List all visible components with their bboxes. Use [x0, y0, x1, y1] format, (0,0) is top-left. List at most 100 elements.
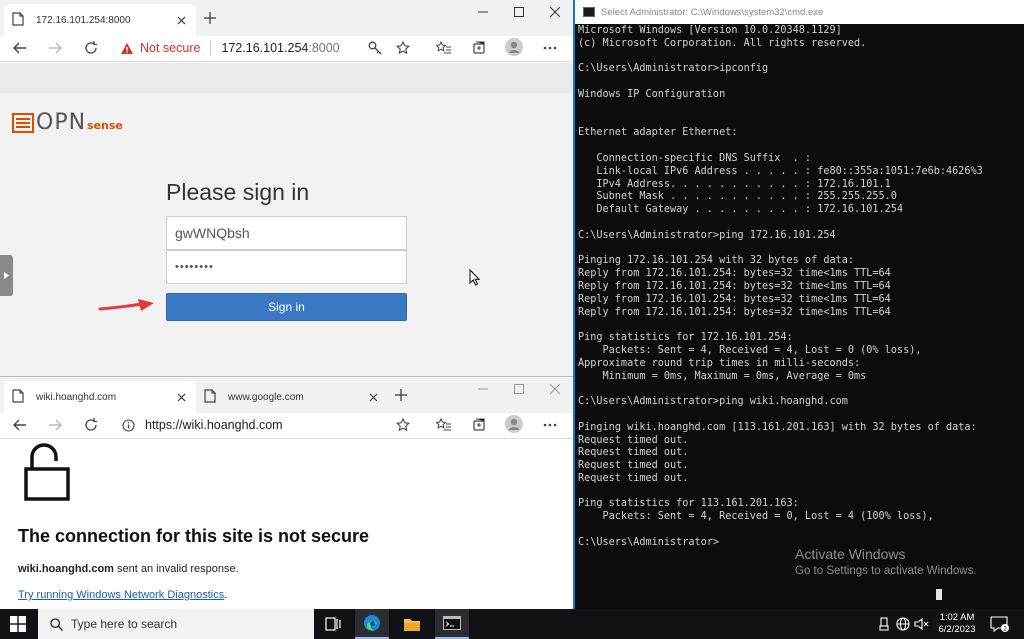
forward-arrow-icon[interactable] — [45, 415, 65, 435]
maximize-button[interactable] — [501, 0, 537, 24]
volume-muted-icon[interactable] — [913, 609, 931, 639]
clock-date: 6/2/2023 — [938, 624, 976, 635]
refresh-icon[interactable] — [81, 38, 101, 58]
side-panel-toggle[interactable] — [0, 255, 13, 296]
page-icon — [12, 389, 26, 405]
taskbar: Type here to search 1:02 AM 6/2/2023 2 — [0, 609, 1024, 639]
tab-title: wiki.hoanghd.com — [36, 391, 117, 403]
collections-icon[interactable] — [469, 38, 489, 58]
opnsense-logo: OPN sense — [12, 110, 123, 135]
browser-toolbar: Not secure 172.16.101.254:8000 — [0, 36, 573, 62]
key-icon[interactable] — [365, 38, 385, 58]
address-bar[interactable]: https://wiki.hoanghd.com — [112, 413, 422, 437]
system-clock[interactable]: 1:02 AM 6/2/2023 — [932, 612, 982, 636]
opnsense-logo-icon — [12, 112, 34, 133]
window-controls — [465, 377, 573, 401]
cmd-output[interactable]: Microsoft Windows [Version 10.0.20348.11… — [578, 25, 1024, 609]
collections-icon[interactable] — [469, 415, 489, 435]
url-host: 172.16.101.254 — [221, 41, 309, 55]
clock-time: 1:02 AM — [939, 612, 975, 623]
tab-wiki[interactable]: wiki.hoanghd.com — [4, 381, 196, 413]
error-description: wiki.hoanghd.com sent an invalid respons… — [18, 563, 239, 575]
page-icon — [12, 12, 26, 28]
url-text[interactable]: 172.16.101.254:8000 — [221, 41, 339, 55]
activate-subtitle: Go to Settings to activate Windows. — [795, 565, 977, 577]
cmd-titlebar: Select Administrator: C:\Windows\system3… — [575, 0, 1024, 24]
link-period: . — [224, 589, 228, 601]
logo-text: OPN — [36, 110, 87, 135]
error-host: wiki.hoanghd.com — [18, 563, 114, 575]
usb-tray-icon[interactable] — [876, 609, 892, 639]
password-field[interactable]: •••••••• — [166, 250, 407, 284]
close-tab-icon[interactable] — [366, 390, 380, 404]
favorite-star-icon[interactable] — [393, 415, 413, 435]
back-arrow-icon[interactable] — [10, 38, 30, 58]
opnsense-page: OPN sense Please sign in gwWNQbsh ••••••… — [0, 63, 573, 376]
task-view-button[interactable] — [316, 609, 350, 639]
taskbar-search-box[interactable]: Type here to search — [38, 609, 314, 639]
close-window-button[interactable] — [537, 377, 573, 401]
favorites-icon[interactable] — [433, 38, 453, 58]
browser-toolbar: https://wiki.hoanghd.com — [0, 413, 573, 439]
mouse-pointer-icon — [469, 269, 480, 286]
cmd-title: Select Administrator: C:\Windows\system3… — [601, 6, 824, 18]
signin-title: Please sign in — [166, 179, 310, 205]
edge-browser-icon — [364, 615, 380, 631]
window-controls — [465, 0, 573, 24]
profile-avatar-icon[interactable] — [504, 37, 524, 57]
favorite-star-icon[interactable] — [393, 38, 413, 58]
address-divider — [210, 40, 212, 56]
tab-bar: wiki.hoanghd.com www.google.com — [0, 377, 573, 413]
tab-title: 172.16.101.254:8000 — [36, 14, 131, 26]
cmd-app-icon — [583, 7, 595, 17]
edge-taskbar-button[interactable] — [355, 609, 389, 639]
close-window-button[interactable] — [537, 0, 573, 24]
new-tab-button[interactable] — [391, 385, 411, 405]
back-arrow-icon[interactable] — [10, 415, 30, 435]
tab-title: www.google.com — [228, 391, 304, 403]
wiki-browser-window: wiki.hoanghd.com www.google.com https://… — [0, 376, 573, 609]
tab-opnsense[interactable]: 172.16.101.254:8000 — [4, 4, 196, 36]
url-text[interactable]: https://wiki.hoanghd.com — [145, 418, 283, 432]
tab-bar: 172.16.101.254:8000 — [0, 0, 573, 36]
new-tab-button[interactable] — [200, 8, 220, 28]
favorites-icon[interactable] — [433, 415, 453, 435]
minimize-button[interactable] — [465, 377, 501, 401]
windows-start-icon[interactable] — [10, 616, 26, 632]
signin-button[interactable]: Sign in — [166, 293, 407, 321]
maximize-button[interactable] — [501, 377, 537, 401]
minimize-button[interactable] — [465, 0, 501, 24]
file-explorer-button[interactable] — [395, 609, 429, 639]
error-page: The connection for this site is not secu… — [0, 439, 573, 609]
command-prompt-icon — [443, 616, 461, 630]
activate-title: Activate Windows — [795, 546, 906, 562]
activate-windows-watermark: Activate Windows Go to Settings to activ… — [795, 546, 977, 577]
search-placeholder: Type here to search — [71, 617, 178, 631]
info-icon[interactable] — [122, 418, 135, 432]
username-field[interactable]: gwWNQbsh — [166, 216, 407, 250]
text-cursor — [936, 589, 942, 600]
forward-arrow-icon[interactable] — [45, 38, 65, 58]
not-secure-label[interactable]: Not secure — [140, 41, 200, 55]
url-port: :8000 — [308, 41, 340, 55]
network-globe-icon[interactable] — [895, 609, 911, 639]
logo-suffix: sense — [87, 118, 123, 132]
close-tab-icon[interactable] — [174, 13, 188, 27]
network-diagnostics-link-wrapper: Try running Windows Network Diagnostics. — [18, 589, 227, 601]
refresh-icon[interactable] — [81, 415, 101, 435]
command-prompt-taskbar-button[interactable] — [435, 609, 469, 639]
search-icon — [50, 617, 63, 631]
warning-icon[interactable] — [120, 42, 134, 55]
more-options-icon[interactable] — [540, 415, 560, 435]
tab-google[interactable]: www.google.com — [196, 381, 388, 413]
network-diagnostics-link[interactable]: Try running Windows Network Diagnostics — [18, 589, 224, 601]
more-options-icon[interactable] — [540, 38, 560, 58]
cmd-window: Select Administrator: C:\Windows\system3… — [573, 0, 1024, 609]
notification-center-icon[interactable]: 2 — [989, 615, 1009, 633]
profile-avatar-icon[interactable] — [504, 414, 524, 434]
folder-icon — [404, 618, 420, 631]
opnsense-browser-window: 172.16.101.254:8000 Not secure 172.16.10… — [0, 0, 573, 376]
close-tab-icon[interactable] — [174, 390, 188, 404]
task-view-icon — [325, 617, 341, 631]
page-header-strip — [0, 63, 573, 93]
